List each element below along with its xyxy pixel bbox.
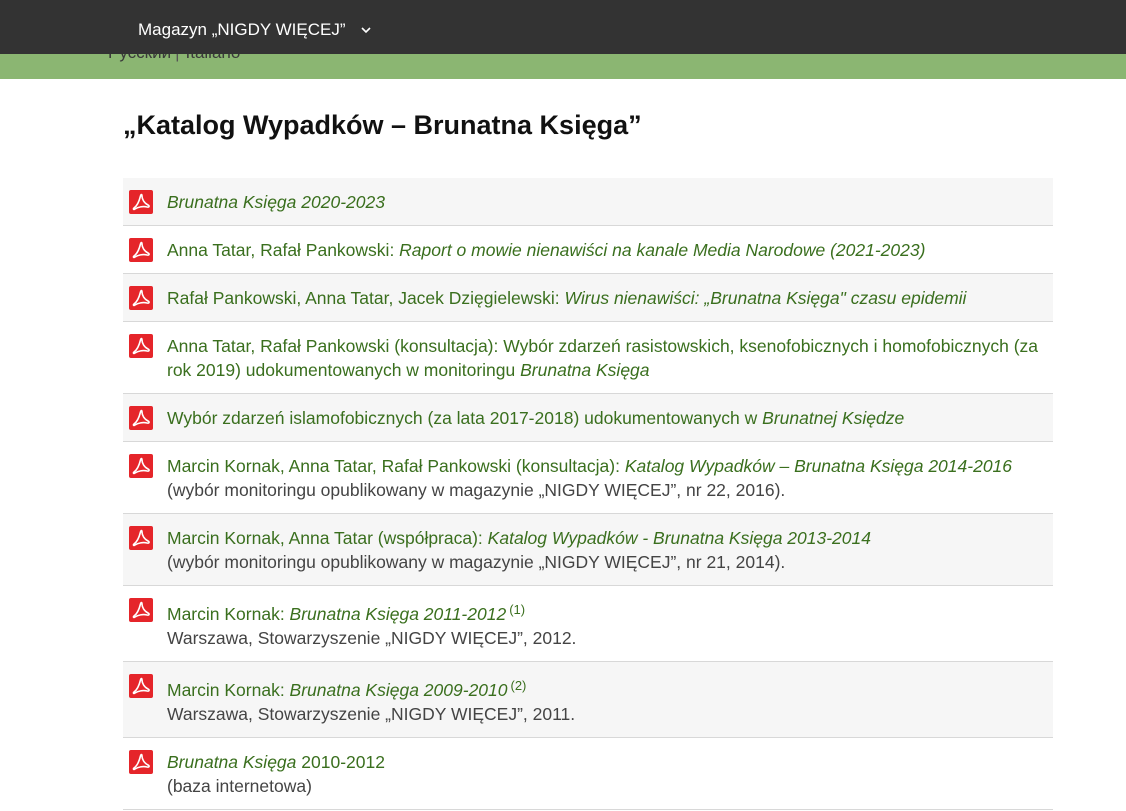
list-item-text: Marcin Kornak, Anna Tatar, Rafał Pankows…	[167, 454, 1053, 502]
list-item[interactable]: Marcin Kornak: Brunatna Księga 2011-2012…	[123, 586, 1053, 662]
item-authors[interactable]: Marcin Kornak, Anna Tatar (współpraca):	[167, 528, 488, 548]
footnote-ref[interactable]: (1)	[509, 602, 525, 617]
list-item[interactable]: Brunatna Księga 2010-2012 (baza interneto…	[123, 738, 1053, 810]
item-authors[interactable]: Marcin Kornak, Anna Tatar, Rafał Pankows…	[167, 456, 625, 476]
item-title-link[interactable]: Katalog Wypadków – Brunatna Księga 2014-…	[625, 456, 1012, 476]
list-item-text: Brunatna Księga 2010-2012 (baza interneto…	[167, 750, 1053, 798]
menu-item-label: Magazyn „NIGDY WIĘCEJ”	[138, 20, 346, 39]
item-note: (wybór monitoringu opublikowany w magazy…	[167, 480, 786, 500]
pdf-icon[interactable]	[129, 526, 153, 550]
list-item[interactable]: Marcin Kornak, Anna Tatar (współpraca): …	[123, 514, 1053, 586]
pdf-icon[interactable]	[129, 598, 153, 622]
list-item[interactable]: Brunatna Księga 2020-2023	[123, 178, 1053, 226]
top-navigation-bar: Magazyn „NIGDY WIĘCEJ”	[0, 0, 1126, 54]
item-title-link[interactable]: Wirus nienawiści: „Brunatna Księga" czas…	[565, 288, 967, 308]
list-item-text: Marcin Kornak: Brunatna Księga 2011-2012…	[167, 598, 1053, 650]
list-item[interactable]: Anna Tatar, Rafał Pankowski (konsultacja…	[123, 322, 1053, 394]
item-note: Warszawa, Stowarzyszenie „NIGDY WIĘCEJ”,…	[167, 704, 576, 724]
item-authors[interactable]: Anna Tatar, Rafał Pankowski:	[167, 240, 399, 260]
chevron-down-icon	[360, 27, 371, 34]
list-item[interactable]: Marcin Kornak: Brunatna Księga 2009-2010…	[123, 662, 1053, 738]
item-note: (baza internetowa)	[167, 776, 312, 796]
list-item-text: Anna Tatar, Rafał Pankowski: Raport o mo…	[167, 238, 1053, 262]
footnote-ref[interactable]: (2)	[511, 678, 527, 693]
pdf-icon[interactable]	[129, 750, 153, 774]
item-note: Warszawa, Stowarzyszenie „NIGDY WIĘCEJ”,…	[167, 628, 577, 648]
list-item-text: Rafał Pankowski, Anna Tatar, Jacek Dzięg…	[167, 286, 1053, 310]
item-authors[interactable]: Marcin Kornak:	[167, 680, 290, 700]
item-authors[interactable]: Rafał Pankowski, Anna Tatar, Jacek Dzięg…	[167, 288, 565, 308]
item-title-link[interactable]: Brunatna Księga 2011-2012	[290, 604, 507, 624]
list-item[interactable]: Anna Tatar, Rafał Pankowski: Raport o mo…	[123, 226, 1053, 274]
item-title-link[interactable]: Brunatna Księga	[520, 360, 649, 380]
item-title-link[interactable]: Raport o mowie nienawiści na kanale Medi…	[399, 240, 925, 260]
list-item-text: Brunatna Księga 2020-2023	[167, 190, 1053, 214]
item-title-link[interactable]: Brunatna Księga 2009-2010	[290, 680, 508, 700]
document-list: Brunatna Księga 2020-2023 Anna Tatar, Raf…	[123, 178, 1053, 810]
list-item[interactable]: Rafał Pankowski, Anna Tatar, Jacek Dzięg…	[123, 274, 1053, 322]
item-title-link[interactable]: Katalog Wypadków - Brunatna Księga 2013-…	[488, 528, 871, 548]
item-title-link[interactable]: Brunatna Księga 2020-2023	[167, 192, 385, 212]
pdf-icon[interactable]	[129, 286, 153, 310]
menu-item-magazyn[interactable]: Magazyn „NIGDY WIĘCEJ”	[138, 20, 372, 40]
pdf-icon[interactable]	[129, 190, 153, 214]
item-authors[interactable]: Wybór zdarzeń islamofobicznych (za lata …	[167, 408, 762, 428]
pdf-icon[interactable]	[129, 454, 153, 478]
list-item-text: Wybór zdarzeń islamofobicznych (za lata …	[167, 406, 1053, 430]
list-item-text: Anna Tatar, Rafał Pankowski (konsultacja…	[167, 334, 1053, 382]
item-authors[interactable]: Marcin Kornak:	[167, 604, 290, 624]
item-title-link[interactable]: Brunatna Księga	[167, 752, 296, 772]
item-title-suffix[interactable]: 2010-2012	[296, 752, 385, 772]
pdf-icon[interactable]	[129, 674, 153, 698]
list-item[interactable]: Marcin Kornak, Anna Tatar, Rafał Pankows…	[123, 442, 1053, 514]
pdf-icon[interactable]	[129, 334, 153, 358]
pdf-icon[interactable]	[129, 406, 153, 430]
page-title: „Katalog Wypadków – Brunatna Księga”	[123, 110, 642, 140]
list-item-text: Marcin Kornak, Anna Tatar (współpraca): …	[167, 526, 1053, 574]
item-note: (wybór monitoringu opublikowany w magazy…	[167, 552, 786, 572]
pdf-icon[interactable]	[129, 238, 153, 262]
list-item[interactable]: Wybór zdarzeń islamofobicznych (za lata …	[123, 394, 1053, 442]
item-title-link[interactable]: Brunatnej Księdze	[762, 408, 904, 428]
list-item-text: Marcin Kornak: Brunatna Księga 2009-2010…	[167, 674, 1053, 726]
